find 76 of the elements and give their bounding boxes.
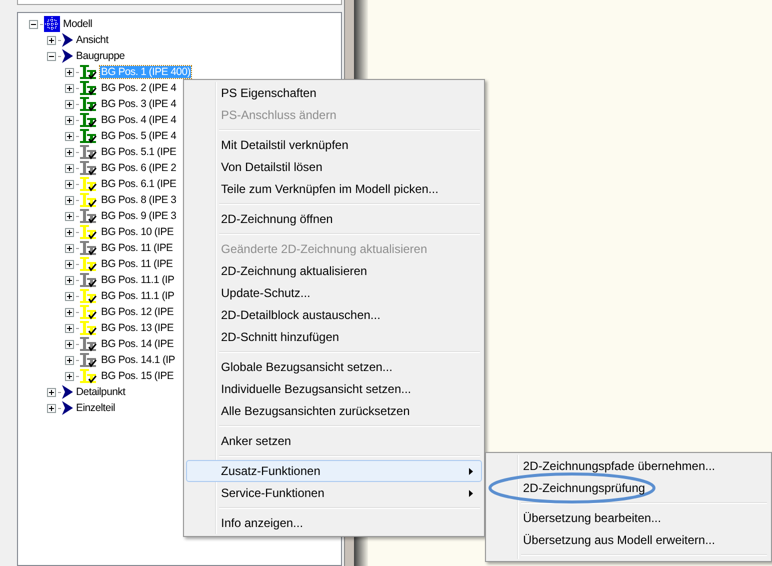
tree-item-label[interactable]: BG Pos. 11 (IPE (100, 258, 174, 270)
tree-item-label[interactable]: BG Pos. 5.1 (IPE (100, 146, 178, 158)
submenu-item[interactable]: Service-Funktionen (186, 482, 482, 504)
menu-item[interactable]: Globale Bezugsansicht setzen... (186, 356, 482, 378)
expand-icon[interactable] (65, 308, 74, 316)
expand-icon[interactable] (65, 228, 74, 236)
menu-item[interactable]: Info anzeigen... (186, 512, 482, 534)
expand-icon[interactable] (65, 100, 74, 108)
expand-icon[interactable] (47, 404, 56, 412)
expand-icon[interactable] (65, 84, 74, 92)
expand-icon[interactable] (65, 260, 74, 268)
model-icon (44, 16, 60, 32)
expand-icon[interactable] (65, 356, 74, 364)
tree-item-label[interactable]: BG Pos. 14 (IPE (100, 338, 175, 350)
tree-item-label[interactable]: Detailpunkt (75, 386, 126, 398)
tree-item-label[interactable]: BG Pos. 9 (IPE 3 (100, 210, 178, 222)
tree-item-label[interactable]: BG Pos. 11.1 (IP (100, 274, 176, 286)
collapse-icon[interactable] (29, 20, 38, 28)
tree-item-label[interactable]: Modell (62, 18, 94, 30)
expand-icon[interactable] (65, 68, 74, 76)
tree-item-label[interactable]: BG Pos. 3 (IPE 4 (100, 98, 178, 110)
expand-icon[interactable] (47, 36, 56, 44)
tree-item-label[interactable]: BG Pos. 5 (IPE 4 (100, 130, 178, 142)
submenu-item[interactable]: Zusatz-Funktionen (186, 460, 482, 482)
menu-item[interactable]: Individuelle Bezugsansicht setzen... (186, 378, 482, 400)
expand-icon[interactable] (47, 388, 56, 396)
menu-item[interactable]: Update-Schutz... (186, 282, 482, 304)
menu-item[interactable]: Anker setzen (186, 430, 482, 452)
submenu-arrow-icon (469, 490, 473, 496)
tree-item-label[interactable]: Baugruppe (75, 50, 126, 62)
expand-icon[interactable] (65, 340, 74, 348)
menu-item[interactable]: 2D-Zeichnung öffnen (186, 208, 482, 230)
arrow-icon (62, 49, 73, 63)
expand-icon[interactable] (65, 196, 74, 204)
tree-item-label[interactable]: BG Pos. 8 (IPE 3 (100, 194, 178, 206)
tree-item-label[interactable]: BG Pos. 12 (IPE (100, 306, 175, 318)
tree-item-label[interactable]: Einzelteil (75, 402, 116, 414)
tree-item-label[interactable]: BG Pos. 10 (IPE (100, 226, 175, 238)
collapse-icon[interactable] (47, 52, 56, 60)
menu-item[interactable]: Übersetzung bearbeiten... (488, 507, 769, 529)
menu-item[interactable]: Von Detailstil lösen (186, 156, 482, 178)
menu-item[interactable]: 2D-Zeichnungspfade übernehmen... (488, 455, 769, 477)
expand-icon[interactable] (65, 164, 74, 172)
menu-item[interactable]: Mit Detailstil verknüpfen (186, 134, 482, 156)
expand-icon[interactable] (65, 116, 74, 124)
tree-item-label[interactable]: BG Pos. 13 (IPE (100, 322, 175, 334)
tree-item-label[interactable]: BG Pos. 4 (IPE 4 (100, 114, 178, 126)
menu-item[interactable]: 2D-Zeichnung aktualisieren (186, 260, 482, 282)
expand-icon[interactable] (65, 148, 74, 156)
expand-icon[interactable] (65, 324, 74, 332)
menu-item[interactable]: 2D-Schnitt hinzufügen (186, 326, 482, 348)
expand-icon[interactable] (65, 132, 74, 140)
tree-item-label[interactable]: BG Pos. 6 (IPE 2 (100, 162, 178, 174)
expand-icon[interactable] (65, 244, 74, 252)
tree-item-label[interactable]: BG Pos. 11.1 (IP (100, 290, 176, 302)
arrow-icon (62, 33, 73, 47)
menu-item[interactable]: Übersetzung aus Modell erweitern... (488, 529, 769, 551)
tree-item-label[interactable]: BG Pos. 2 (IPE 4 (100, 82, 178, 94)
submenu-arrow-icon (469, 468, 473, 474)
tree-item-label[interactable]: BG Pos. 6.1 (IPE (100, 178, 178, 190)
arrow-icon (62, 385, 73, 399)
arrow-icon (62, 401, 73, 415)
menu-item[interactable]: 2D-Zeichnungsprüfung (488, 477, 769, 499)
expand-icon[interactable] (65, 292, 74, 300)
expand-icon[interactable] (65, 180, 74, 188)
tree-item-label[interactable]: BG Pos. 11 (IPE (100, 242, 174, 254)
expand-icon[interactable] (65, 276, 74, 284)
tree-item-label[interactable]: Ansicht (75, 34, 110, 46)
menu-item[interactable]: 2D-Detailblock austauschen... (186, 304, 482, 326)
expand-icon[interactable] (65, 372, 74, 380)
tree-item-label[interactable]: BG Pos. 15 (IPE (100, 370, 175, 382)
menu-item[interactable]: Teile zum Verknüpfen im Modell picken... (186, 178, 482, 200)
tree-item-label[interactable]: BG Pos. 14.1 (IP (100, 354, 176, 366)
expand-icon[interactable] (65, 212, 74, 220)
menu-item[interactable]: PS Eigenschaften (186, 82, 482, 104)
menu-item[interactable]: Alle Bezugsansichten zurücksetzen (186, 400, 482, 422)
